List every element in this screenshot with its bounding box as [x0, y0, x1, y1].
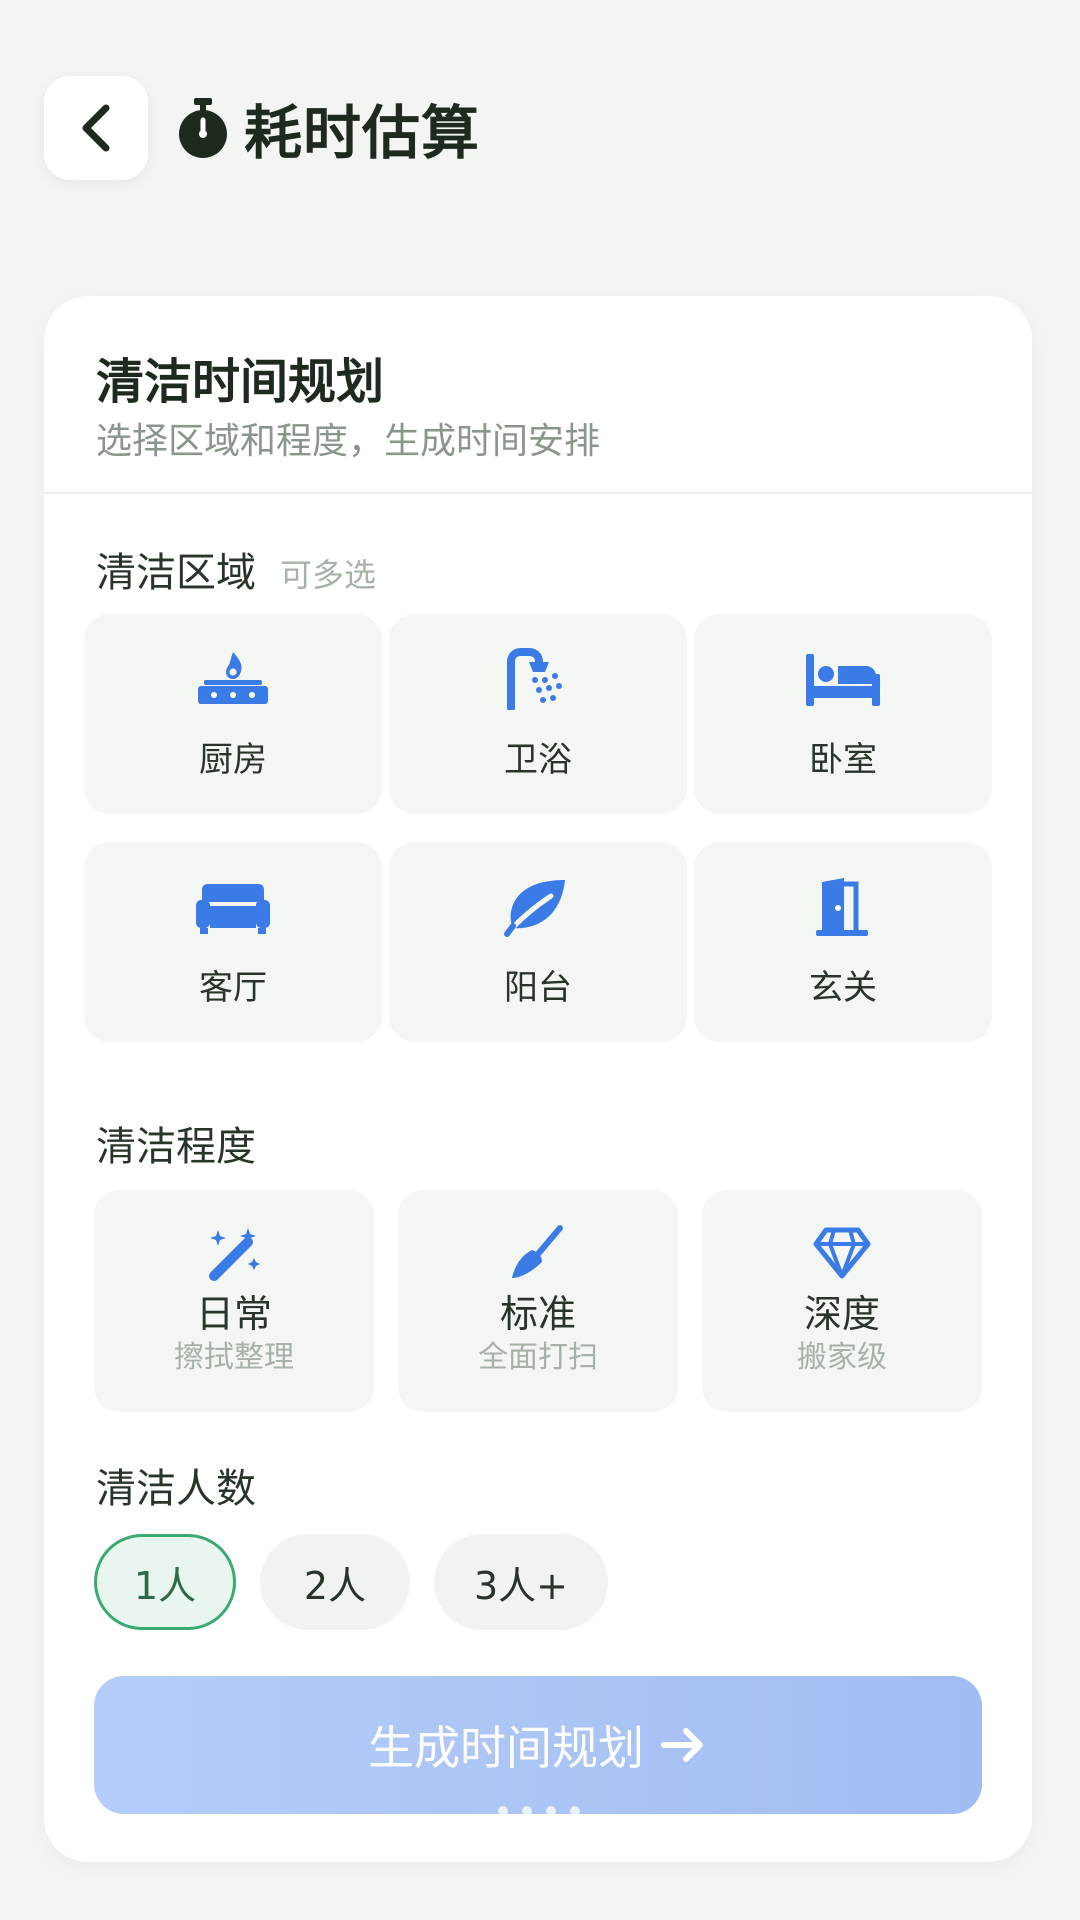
level-desc: 搬家级 [797, 1340, 887, 1375]
chevron-left-icon [82, 104, 110, 152]
people-option-1[interactable]: 1人 [94, 1534, 236, 1630]
area-tile-label: 玄关 [809, 967, 877, 1008]
people-option-3-plus[interactable]: 3人+ [434, 1534, 608, 1630]
area-tile-label: 客厅 [199, 967, 267, 1008]
stopwatch-icon [179, 98, 227, 158]
area-label: 清洁区域 [96, 550, 256, 596]
level-name: 标准 [499, 1292, 576, 1336]
area-tile-entrance[interactable]: 玄关 [694, 842, 992, 1042]
stove-fire-icon [198, 651, 268, 704]
card-subtitle: 选择区域和程度，生成时间安排 [96, 421, 601, 462]
people-option-2[interactable]: 2人 [260, 1534, 410, 1630]
divider [44, 492, 1032, 494]
area-tile-label: 厨房 [199, 739, 267, 780]
shower-icon [507, 647, 562, 710]
area-tile-living-room[interactable]: 客厅 [84, 842, 382, 1042]
back-button[interactable] [44, 76, 148, 180]
area-tile-label: 阳台 [504, 967, 572, 1008]
page-indicator [498, 1806, 580, 1816]
area-tile-kitchen[interactable]: 厨房 [84, 614, 382, 814]
area-tile-label: 卫浴 [504, 739, 572, 780]
bed-icon [806, 653, 880, 706]
page-header: 耗时估算 [174, 90, 480, 167]
level-section-label: 清洁程度 [96, 1124, 256, 1170]
area-tile-balcony[interactable]: 阳台 [389, 842, 687, 1042]
card-title: 清洁时间规划 [96, 354, 385, 410]
area-hint: 可多选 [280, 556, 377, 594]
leaf-icon [504, 879, 565, 937]
page-dot [570, 1806, 580, 1816]
magic-wand-icon [209, 1228, 260, 1281]
arrow-right-icon [661, 1728, 703, 1762]
page-dot [498, 1806, 508, 1816]
area-tile-bathroom[interactable]: 卫浴 [389, 614, 687, 814]
level-name: 日常 [195, 1292, 272, 1336]
diamond-icon [813, 1227, 871, 1279]
generate-plan-label: 生成时间规划 [368, 1721, 644, 1775]
level-name: 深度 [803, 1292, 880, 1336]
level-desc: 擦拭整理 [174, 1340, 294, 1375]
generate-plan-button[interactable]: 生成时间规划 [94, 1676, 982, 1814]
page-dot [522, 1806, 532, 1816]
level-option-deep[interactable]: 深度 搬家级 [702, 1190, 982, 1412]
level-desc: 全面打扫 [478, 1340, 598, 1375]
area-tile-label: 卧室 [809, 739, 877, 780]
broom-icon [512, 1225, 563, 1278]
page-dot [546, 1806, 556, 1816]
planning-card: 清洁时间规划 选择区域和程度，生成时间安排 清洁区域 可多选 厨房 卫浴 卧室 … [44, 296, 1032, 1862]
sofa-icon [196, 883, 270, 934]
people-section-label: 清洁人数 [96, 1466, 256, 1512]
area-tile-bedroom[interactable]: 卧室 [694, 614, 992, 814]
level-option-daily[interactable]: 日常 擦拭整理 [94, 1190, 374, 1412]
page-title: 耗时估算 [244, 99, 481, 167]
level-option-standard[interactable]: 标准 全面打扫 [398, 1190, 678, 1412]
door-icon [816, 877, 868, 936]
area-section-label: 清洁区域 可多选 [96, 540, 376, 598]
